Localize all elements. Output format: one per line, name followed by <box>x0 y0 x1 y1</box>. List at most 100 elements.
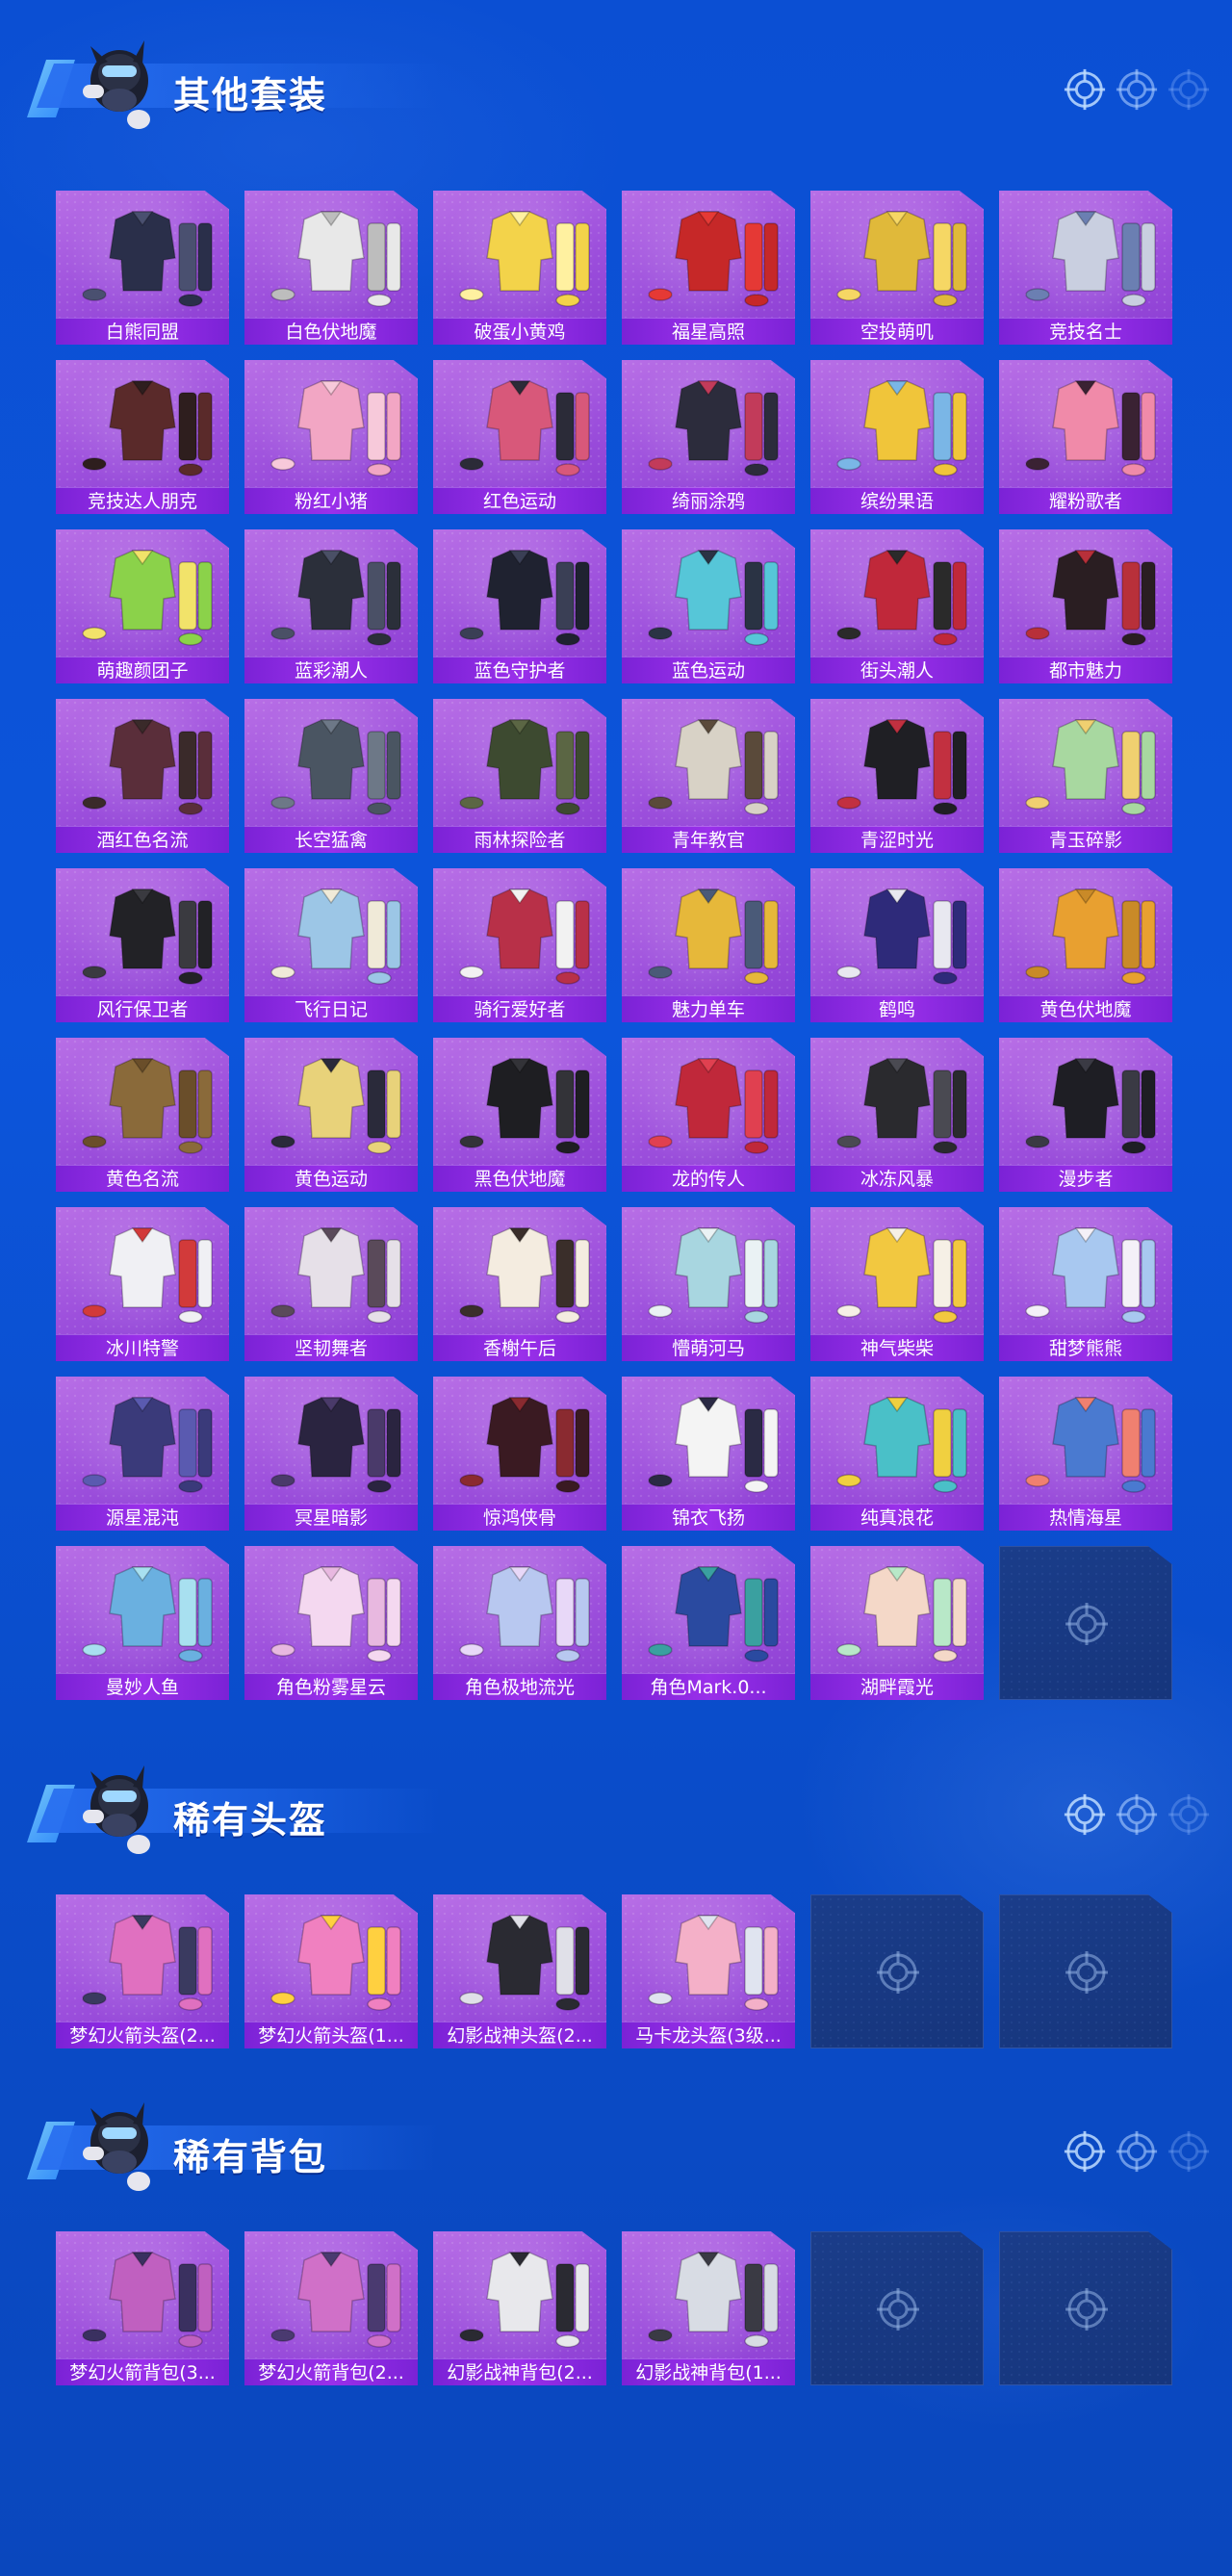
item-card[interactable]: 漫步者 <box>999 1038 1172 1192</box>
item-card[interactable]: 甜梦熊熊 <box>999 1207 1172 1361</box>
item-image <box>836 1566 967 1662</box>
item-image <box>459 1227 590 1324</box>
item-card[interactable]: 白色伏地魔 <box>244 191 418 345</box>
item-card[interactable]: 幻影战神背包(1... <box>622 2231 795 2385</box>
item-grid: 梦幻火箭头盔(2... 梦幻火箭头盔(1... 幻影战神头盔(2... 马卡龙头盔(3… <box>56 1894 1172 2048</box>
item-card[interactable]: 梦幻火箭头盔(1... <box>244 1894 418 2048</box>
item-card[interactable]: 福星高照 <box>622 191 795 345</box>
item-card[interactable]: 惊鸿侠骨 <box>433 1377 606 1531</box>
crosshair-icon <box>1115 67 1159 112</box>
item-card[interactable]: 香榭午后 <box>433 1207 606 1361</box>
item-card[interactable]: 龙的传人 <box>622 1038 795 1192</box>
item-image <box>270 380 401 477</box>
item-card[interactable]: 热情海星 <box>999 1377 1172 1531</box>
item-image <box>459 1397 590 1493</box>
item-card[interactable]: 鹤鸣 <box>810 868 984 1022</box>
item-card[interactable]: 湖畔霞光 <box>810 1546 984 1700</box>
item-card[interactable]: 蓝色守护者 <box>433 529 606 683</box>
item-image <box>459 211 590 307</box>
item-card[interactable]: 白熊同盟 <box>56 191 229 345</box>
mascot-icon <box>69 1752 166 1858</box>
item-label: 幻影战神背包(1... <box>622 2358 795 2385</box>
item-card[interactable]: 街头潮人 <box>810 529 984 683</box>
item-image <box>648 1915 779 2011</box>
crosshair-icon <box>1063 1792 1107 1837</box>
item-card[interactable]: 神气柴柴 <box>810 1207 984 1361</box>
item-card[interactable]: 骑行爱好者 <box>433 868 606 1022</box>
item-label: 黄色名流 <box>56 1165 229 1192</box>
item-card[interactable]: 冥星暗影 <box>244 1377 418 1531</box>
item-card[interactable]: 萌趣颜团子 <box>56 529 229 683</box>
item-card[interactable]: 梦幻火箭背包(3... <box>56 2231 229 2385</box>
item-image <box>459 1915 590 2011</box>
item-image <box>270 1915 401 2011</box>
item-label: 飞行日记 <box>244 995 418 1022</box>
item-image <box>270 719 401 815</box>
item-image <box>82 1058 213 1154</box>
item-card[interactable]: 飞行日记 <box>244 868 418 1022</box>
item-card[interactable]: 曼妙人鱼 <box>56 1546 229 1700</box>
item-card[interactable]: 黄色运动 <box>244 1038 418 1192</box>
item-card[interactable]: 角色Mark.0... <box>622 1546 795 1700</box>
item-card[interactable]: 马卡龙头盔(3级... <box>622 1894 795 2048</box>
item-card[interactable]: 都市魅力 <box>999 529 1172 683</box>
item-image <box>648 2252 779 2348</box>
item-card[interactable]: 纯真浪花 <box>810 1377 984 1531</box>
item-card[interactable]: 竞技名士 <box>999 191 1172 345</box>
item-card[interactable]: 青玉碎影 <box>999 699 1172 853</box>
item-image <box>1025 1058 1156 1154</box>
section-header: 稀有头盔 <box>27 1752 1211 1868</box>
item-card[interactable]: 缤纷果语 <box>810 360 984 514</box>
item-image <box>459 380 590 477</box>
item-card[interactable]: 竞技达人朋克 <box>56 360 229 514</box>
item-card[interactable]: 空投萌叽 <box>810 191 984 345</box>
item-card[interactable]: 角色极地流光 <box>433 1546 606 1700</box>
item-card[interactable]: 黄色名流 <box>56 1038 229 1192</box>
item-card[interactable]: 黑色伏地魔 <box>433 1038 606 1192</box>
item-card[interactable]: 酒红色名流 <box>56 699 229 853</box>
item-card[interactable]: 梦幻火箭头盔(2... <box>56 1894 229 2048</box>
item-card[interactable]: 破蛋小黄鸡 <box>433 191 606 345</box>
item-card[interactable]: 耀粉歌者 <box>999 360 1172 514</box>
item-image <box>459 1566 590 1662</box>
item-card[interactable]: 角色粉雾星云 <box>244 1546 418 1700</box>
item-label: 黄色伏地魔 <box>999 995 1172 1022</box>
section-title: 稀有头盔 <box>173 1799 328 1842</box>
empty-slot <box>999 1546 1172 1700</box>
item-card[interactable]: 粉红小猪 <box>244 360 418 514</box>
item-card[interactable]: 源星混沌 <box>56 1377 229 1531</box>
item-image <box>459 719 590 815</box>
item-card[interactable]: 幻影战神头盔(2... <box>433 1894 606 2048</box>
item-image <box>270 211 401 307</box>
item-label: 冰冻风暴 <box>810 1165 984 1192</box>
item-image <box>648 1227 779 1324</box>
item-card[interactable]: 冰川特警 <box>56 1207 229 1361</box>
item-label: 酒红色名流 <box>56 826 229 853</box>
item-card[interactable]: 冰冻风暴 <box>810 1038 984 1192</box>
item-label: 竞技达人朋克 <box>56 487 229 514</box>
item-label: 蓝色守护者 <box>433 657 606 683</box>
item-label: 坚韧舞者 <box>244 1334 418 1361</box>
item-image <box>270 1227 401 1324</box>
item-card[interactable]: 风行保卫者 <box>56 868 229 1022</box>
item-card[interactable]: 长空猛禽 <box>244 699 418 853</box>
item-card[interactable]: 坚韧舞者 <box>244 1207 418 1361</box>
item-card[interactable]: 绮丽涂鸦 <box>622 360 795 514</box>
item-card[interactable]: 青涩时光 <box>810 699 984 853</box>
item-label: 鹤鸣 <box>810 995 984 1022</box>
item-card[interactable]: 锦衣飞扬 <box>622 1377 795 1531</box>
item-card[interactable]: 蓝色运动 <box>622 529 795 683</box>
item-card[interactable]: 雨林探险者 <box>433 699 606 853</box>
item-card[interactable]: 懵萌河马 <box>622 1207 795 1361</box>
item-image <box>82 380 213 477</box>
item-card[interactable]: 黄色伏地魔 <box>999 868 1172 1022</box>
item-image <box>1025 380 1156 477</box>
item-image <box>459 2252 590 2348</box>
item-card[interactable]: 青年教官 <box>622 699 795 853</box>
item-card[interactable]: 红色运动 <box>433 360 606 514</box>
item-card[interactable]: 魅力单车 <box>622 868 795 1022</box>
item-card[interactable]: 幻影战神背包(2... <box>433 2231 606 2385</box>
item-image <box>1025 1227 1156 1324</box>
item-card[interactable]: 蓝彩潮人 <box>244 529 418 683</box>
item-card[interactable]: 梦幻火箭背包(2... <box>244 2231 418 2385</box>
